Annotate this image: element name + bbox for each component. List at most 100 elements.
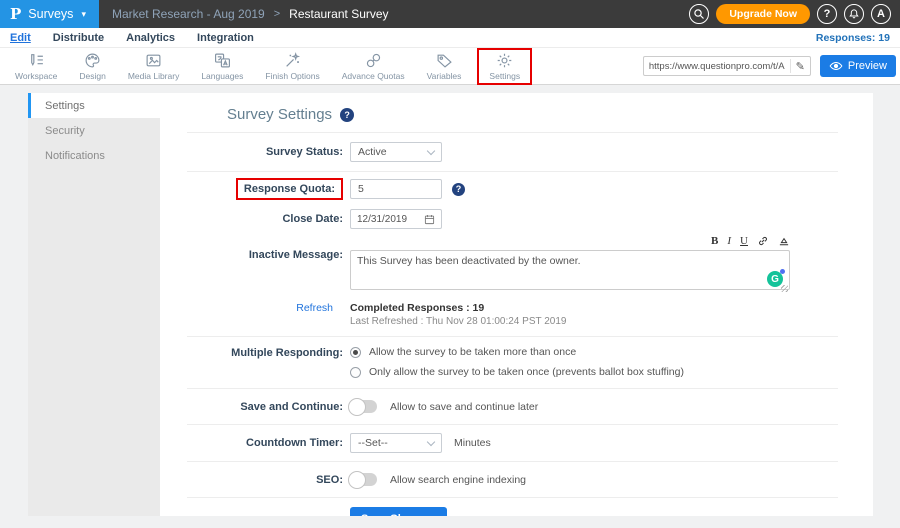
toolbar-item-languages[interactable]: Languages <box>190 51 254 82</box>
account-avatar[interactable]: A <box>871 4 891 24</box>
tab-integration[interactable]: Integration <box>197 32 254 44</box>
breadcrumb-parent[interactable]: Market Research - Aug 2019 <box>112 7 265 21</box>
radio-option-label: Allow the survey to be taken more than o… <box>369 346 576 358</box>
preview-button[interactable]: Preview <box>820 55 896 77</box>
rich-text-toolbar: B I U <box>350 234 790 248</box>
panel-header: Survey Settings ? <box>187 93 838 133</box>
response-quota-help-icon[interactable]: ? <box>452 183 465 196</box>
save-and-continue-description: Allow to save and continue later <box>390 401 538 413</box>
multiple-responding-section: Multiple Responding: Allow the survey to… <box>187 337 838 389</box>
italic-button[interactable]: I <box>727 236 731 247</box>
countdown-timer-select[interactable]: --Set-- <box>350 433 442 453</box>
survey-tab-bar: Edit Distribute Analytics Integration Re… <box>0 28 900 48</box>
calendar-icon <box>424 214 435 225</box>
settings-panel: Survey Settings ? Survey Status: Active <box>160 93 873 516</box>
tab-analytics[interactable]: Analytics <box>126 32 175 44</box>
breadcrumb-current: Restaurant Survey <box>289 7 388 21</box>
underline-button[interactable]: U <box>740 236 748 247</box>
search-icon <box>693 8 705 20</box>
bell-icon <box>848 8 860 20</box>
grammarly-initial: G <box>771 274 779 285</box>
countdown-timer-section: Countdown Timer: --Set-- Minutes <box>187 425 838 462</box>
save-and-continue-section: Save and Continue: Allow to save and con… <box>187 389 838 425</box>
survey-settings-help-icon[interactable]: ? <box>340 108 354 122</box>
toolbar-item-workspace[interactable]: Workspace <box>4 51 68 82</box>
close-date-input[interactable]: 12/31/2019 <box>350 209 442 229</box>
toolbar-item-advance-quotas[interactable]: Advance Quotas <box>331 51 416 82</box>
textarea-resize-handle[interactable] <box>781 285 788 292</box>
completed-responses-text: Completed Responses : 19 <box>350 302 566 314</box>
multiple-responding-radio[interactable] <box>350 367 361 378</box>
quota-section: Response Quota: ? Close Date: 12/31/2019 <box>187 172 838 337</box>
link-icon <box>757 235 769 247</box>
multiple-responding-radio[interactable] <box>350 347 361 358</box>
sidebar-item-settings[interactable]: Settings <box>28 93 160 118</box>
survey-status-select[interactable]: Active <box>350 142 442 162</box>
edit-url-icon[interactable]: ✎ <box>790 59 810 73</box>
search-button[interactable] <box>689 4 709 24</box>
tag-icon <box>436 52 453 69</box>
seo-description: Allow search engine indexing <box>390 474 526 486</box>
survey-url-box: ✎ <box>643 56 811 76</box>
image-icon <box>145 52 162 69</box>
questionpro-logo: P <box>10 5 21 23</box>
toolbar-item-media-library[interactable]: Media Library <box>117 51 191 82</box>
countdown-timer-value: --Set-- <box>358 437 388 449</box>
toolbar-item-label: Variables <box>427 71 462 81</box>
clear-formatting-icon <box>778 235 790 247</box>
inactive-message-textarea[interactable]: This Survey has been deactivated by the … <box>350 250 790 290</box>
response-quota-label: Response Quota: <box>244 183 335 195</box>
inactive-message-label: Inactive Message: <box>187 234 343 261</box>
survey-url-input[interactable] <box>644 61 790 72</box>
toolbar-item-label: Settings <box>489 71 520 81</box>
preview-button-label: Preview <box>848 60 887 72</box>
sidebar-item-security[interactable]: Security <box>28 118 160 143</box>
countdown-timer-label: Countdown Timer: <box>187 437 343 449</box>
toolbar-item-design[interactable]: Design <box>68 51 116 82</box>
clear-formatting-button[interactable] <box>778 235 790 247</box>
refresh-link[interactable]: Refresh <box>187 302 343 314</box>
response-quota-annotation-box: Response Quota: <box>236 178 343 200</box>
toolbar-item-label: Workspace <box>15 71 57 81</box>
breadcrumb: Market Research - Aug 2019 > Restaurant … <box>112 0 389 28</box>
save-and-continue-label: Save and Continue: <box>187 401 343 413</box>
seo-label: SEO: <box>187 474 343 486</box>
sidebar-item-notifications[interactable]: Notifications <box>28 143 160 168</box>
help-button[interactable]: ? <box>817 4 837 24</box>
chevron-down-icon <box>427 146 435 154</box>
notifications-button[interactable] <box>844 4 864 24</box>
close-date-value: 12/31/2019 <box>357 214 407 225</box>
survey-status-value: Active <box>358 146 387 158</box>
toolbar-item-label: Advance Quotas <box>342 71 405 81</box>
seo-toggle[interactable] <box>350 473 377 486</box>
chevron-down-icon: ▾ <box>81 9 86 20</box>
toolbar-item-finish-options[interactable]: Finish Options <box>254 51 330 82</box>
response-quota-input[interactable] <box>350 179 442 199</box>
page-title: Survey Settings <box>227 106 332 123</box>
insert-link-button[interactable] <box>757 235 769 247</box>
eye-icon <box>829 61 843 71</box>
survey-status-label: Survey Status: <box>187 146 343 158</box>
chevron-down-icon <box>427 437 435 445</box>
responses-count[interactable]: Responses: 19 <box>816 32 890 44</box>
tab-edit[interactable]: Edit <box>10 32 31 44</box>
save-row: Save Changes <box>187 498 838 516</box>
top-navigation-bar: P Surveys ▾ Market Research - Aug 2019 >… <box>0 0 900 28</box>
toolbar-item-label: Languages <box>201 71 243 81</box>
product-menu[interactable]: P Surveys ▾ <box>0 0 99 28</box>
bold-button[interactable]: B <box>711 236 718 247</box>
toolbar-item-settings[interactable]: Settings <box>485 51 524 82</box>
grammarly-status-dot <box>780 269 785 274</box>
toolbar-item-label: Media Library <box>128 71 180 81</box>
tab-distribute[interactable]: Distribute <box>53 32 104 44</box>
close-date-label: Close Date: <box>187 213 343 225</box>
toolbar-item-label: Finish Options <box>265 71 319 81</box>
save-changes-button[interactable]: Save Changes <box>350 507 447 516</box>
radio-option-label: Only allow the survey to be taken once (… <box>369 366 684 378</box>
seo-section: SEO: Allow search engine indexing <box>187 462 838 498</box>
save-and-continue-toggle[interactable] <box>350 400 377 413</box>
upgrade-now-button[interactable]: Upgrade Now <box>716 4 810 24</box>
translate-icon <box>214 52 231 69</box>
toolbar-item-label: Design <box>79 71 105 81</box>
toolbar-item-variables[interactable]: Variables <box>416 51 473 82</box>
